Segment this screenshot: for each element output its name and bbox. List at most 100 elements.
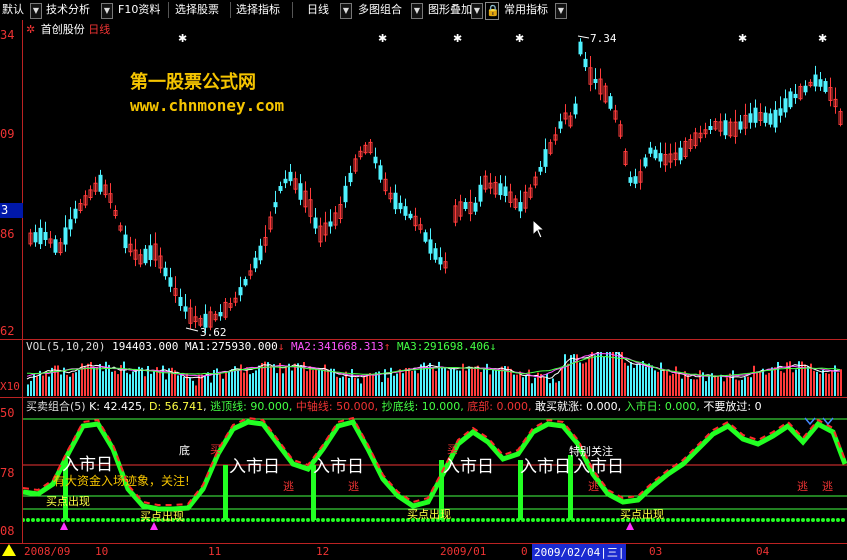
volume-bar bbox=[735, 379, 737, 396]
candle-body bbox=[648, 147, 653, 154]
menu-daily[interactable]: 日线 bbox=[307, 2, 329, 18]
volume-bar bbox=[93, 368, 95, 396]
menu-common-indicators[interactable]: 常用指标 bbox=[504, 2, 548, 18]
candle-body bbox=[343, 185, 348, 203]
volume-bar bbox=[474, 366, 476, 396]
volume-bar bbox=[426, 366, 428, 396]
volume-bar bbox=[414, 370, 416, 396]
volume-bar bbox=[348, 378, 350, 396]
bottom-dot bbox=[186, 518, 190, 522]
candle-body bbox=[33, 232, 38, 243]
volume-bar bbox=[111, 371, 113, 396]
bottom-dot bbox=[26, 518, 30, 522]
indicator-axis-label: 08 bbox=[0, 524, 15, 538]
date-axis: 2008/09 10 11 12 2009/01 0 2009/02/04|三|… bbox=[0, 543, 847, 560]
menu-overlay[interactable]: 图形叠加 bbox=[428, 2, 472, 18]
volume-bar bbox=[558, 381, 560, 396]
volume-bar bbox=[840, 369, 842, 396]
volume-bar bbox=[408, 367, 410, 396]
volume-bar bbox=[447, 370, 449, 396]
volume-bar bbox=[78, 370, 80, 396]
bottom-dot bbox=[331, 518, 335, 522]
volume-bar bbox=[36, 376, 38, 396]
bottom-dot bbox=[816, 518, 820, 522]
menu-multi-chart[interactable]: 多图组合 bbox=[358, 2, 402, 18]
menu-select-stock[interactable]: 选择股票 bbox=[175, 2, 219, 18]
volume-bar bbox=[753, 365, 755, 396]
menu-select-indicator[interactable]: 选择指标 bbox=[236, 2, 280, 18]
volume-bar bbox=[192, 380, 194, 396]
bottom-dot bbox=[306, 518, 310, 522]
volume-bar bbox=[792, 372, 794, 396]
candle-body bbox=[258, 245, 263, 261]
candle-body bbox=[313, 217, 318, 229]
menu-default[interactable]: 默认 bbox=[2, 2, 24, 18]
candle-body bbox=[238, 287, 243, 296]
volume-bar bbox=[141, 367, 143, 396]
volume-bar bbox=[582, 363, 584, 396]
bottom-dot bbox=[596, 518, 600, 522]
bottom-dot bbox=[551, 518, 555, 522]
volume-bar bbox=[378, 371, 380, 396]
volume-bar bbox=[186, 373, 188, 396]
volume-bar bbox=[771, 367, 773, 396]
menu-tech-analysis[interactable]: 技术分析 bbox=[46, 2, 90, 18]
volume-bar bbox=[828, 373, 830, 396]
volume-bar bbox=[495, 370, 497, 396]
volume-bar bbox=[42, 375, 44, 396]
bottom-dot bbox=[291, 518, 295, 522]
volume-bar bbox=[135, 370, 137, 396]
menu-overlay-arrow[interactable]: ▼ bbox=[471, 3, 483, 19]
menu-common-indicators-label: 常用指标 bbox=[504, 3, 548, 16]
volume-bar bbox=[720, 374, 722, 396]
lock-icon[interactable]: 🔒 bbox=[485, 2, 500, 20]
price-axis-label: 62 bbox=[0, 324, 15, 338]
bottom-dot bbox=[231, 518, 235, 522]
candle-body bbox=[653, 149, 658, 159]
bottom-dot bbox=[241, 518, 245, 522]
menu-common-indicators-arrow[interactable]: ▼ bbox=[555, 3, 567, 19]
buy-point-label: 买点出现 bbox=[46, 495, 90, 508]
volume-chart[interactable] bbox=[23, 352, 847, 396]
bottom-dot bbox=[726, 518, 730, 522]
big-funds-alert: 有大资金入场迹象，关注! bbox=[53, 474, 190, 488]
bottom-dot bbox=[371, 518, 375, 522]
escape-marker: 逃 bbox=[797, 480, 808, 493]
volume-bar bbox=[528, 369, 530, 396]
volume-bar bbox=[183, 377, 185, 396]
bottom-dot bbox=[246, 518, 250, 522]
volume-bar bbox=[825, 373, 827, 396]
bottom-dot bbox=[546, 518, 550, 522]
volume-bar bbox=[513, 374, 515, 396]
volume-bar bbox=[723, 381, 725, 396]
candle-body bbox=[738, 121, 743, 130]
candle-body bbox=[748, 113, 753, 123]
candle-body bbox=[288, 171, 293, 182]
volume-bar bbox=[132, 371, 134, 396]
bottom-dot bbox=[131, 518, 135, 522]
bottom-dot bbox=[806, 518, 810, 522]
candle-body bbox=[573, 103, 578, 115]
menu-f10[interactable]: F10资料 bbox=[118, 2, 160, 18]
bottom-dot bbox=[586, 518, 590, 522]
warning-icon[interactable] bbox=[2, 544, 16, 556]
menu-daily-arrow[interactable]: ▼ bbox=[340, 3, 352, 19]
volume-bar bbox=[663, 369, 665, 396]
volume-bar bbox=[609, 352, 611, 396]
volume-bar bbox=[708, 375, 710, 396]
volume-bar bbox=[189, 377, 191, 396]
enter-bar bbox=[223, 465, 228, 520]
candle-body bbox=[813, 74, 818, 87]
bottom-dot bbox=[361, 518, 365, 522]
volume-bar bbox=[222, 378, 224, 396]
volume-bar bbox=[387, 377, 389, 396]
volume-bar bbox=[126, 372, 128, 396]
candlestick-chart[interactable]: ✱ ✱ ✱ ✱ ✱ ✱ bbox=[23, 30, 847, 340]
bottom-dot bbox=[191, 518, 195, 522]
top-marker: ✱ bbox=[178, 32, 187, 45]
menu-default-arrow[interactable]: ▼ bbox=[30, 3, 42, 19]
volume-bar bbox=[615, 352, 617, 396]
menu-multi-chart-arrow[interactable]: ▼ bbox=[411, 3, 423, 19]
volume-bar bbox=[90, 361, 92, 396]
menu-tech-analysis-arrow[interactable]: ▼ bbox=[101, 3, 113, 19]
